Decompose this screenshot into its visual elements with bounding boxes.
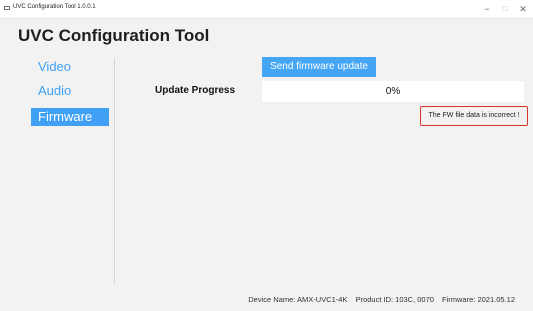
app-window-icon	[4, 6, 10, 10]
firmware-version-text: Firmware: 2021.05.12	[442, 295, 515, 304]
close-icon[interactable]: ✕	[514, 2, 532, 16]
product-id-text: Product ID: 103C, 0070	[355, 295, 434, 304]
maximize-icon[interactable]: □	[496, 2, 514, 16]
minimize-icon[interactable]: −	[478, 2, 496, 16]
send-firmware-update-button[interactable]: Send firmware update	[262, 57, 376, 77]
app-title: UVC Configuration Tool	[18, 26, 210, 45]
nav-divider	[114, 58, 115, 284]
device-name-text: Device Name: AMX-UVC1-4K	[248, 295, 348, 304]
update-progress-label: Update Progress	[155, 85, 236, 96]
nav-item-firmware[interactable]: Firmware	[31, 108, 109, 126]
update-progress-bar: 0%	[262, 81, 524, 102]
status-bar: Device Name: AMX-UVC1-4K Product ID: 103…	[0, 294, 515, 306]
nav-item-video[interactable]: Video	[31, 58, 109, 76]
window-titlebar: UVC Configuration Tool 1.0.0.1 − □ ✕	[0, 0, 533, 19]
progress-percent: 0%	[385, 86, 401, 97]
window-title: UVC Configuration Tool 1.0.0.1	[13, 4, 96, 10]
nav-item-audio[interactable]: Audio	[31, 82, 109, 100]
error-message: The FW file data is incorrect !	[420, 106, 528, 126]
